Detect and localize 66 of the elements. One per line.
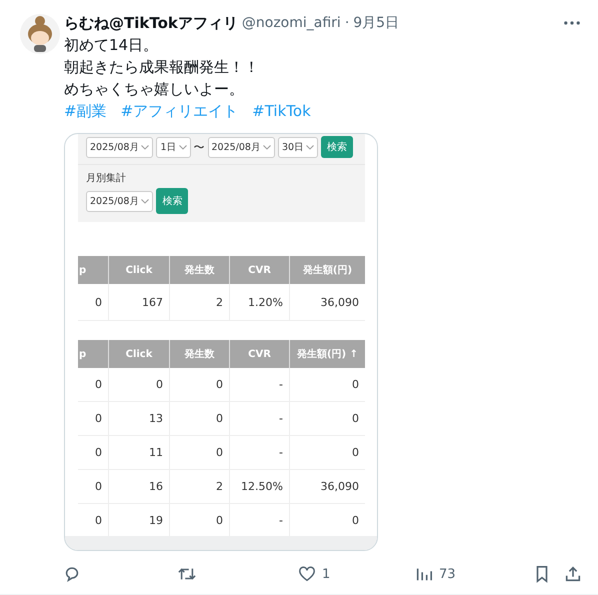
- table-cell: 0: [78, 284, 108, 320]
- table-cell: 0: [290, 368, 365, 402]
- table-cell: 2: [170, 470, 230, 504]
- table-cell: 0: [170, 402, 230, 436]
- table-cell: 0: [78, 368, 108, 402]
- post-text: めちゃくちゃ嬉しいよー。: [64, 79, 245, 100]
- table-cell: 0: [78, 436, 108, 470]
- column-header: Click: [108, 256, 170, 284]
- search-button[interactable]: 検索: [321, 136, 354, 158]
- separator: ·: [344, 15, 350, 31]
- table-cell: -: [230, 368, 290, 402]
- table-cell: 0: [170, 436, 230, 470]
- date-select[interactable]: 1日: [156, 136, 191, 158]
- column-header: 発生額(円): [290, 256, 365, 284]
- column-header: CVR: [230, 340, 290, 368]
- column-header: p: [78, 256, 108, 284]
- chevron-icon: [141, 144, 150, 150]
- share-icon: [564, 565, 582, 583]
- table-cell: 36,090: [290, 284, 365, 320]
- table-cell: 12.50%: [230, 470, 290, 504]
- share-button[interactable]: [564, 565, 582, 583]
- month-select[interactable]: 2025/08月: [86, 190, 154, 212]
- table-cell: 0: [108, 368, 170, 402]
- column-header: Click: [108, 340, 170, 368]
- search-button[interactable]: 検索: [156, 188, 188, 214]
- post-text: 朝起きたら成果報酬発生！！: [64, 57, 260, 78]
- date-select[interactable]: 30日: [278, 136, 318, 158]
- table-cell: 13: [108, 402, 170, 436]
- table-cell: 167: [108, 284, 170, 320]
- more-icon[interactable]: [564, 21, 580, 25]
- table-cell: 2: [170, 284, 230, 320]
- table-cell: 0: [78, 402, 108, 436]
- monthly-label: 月別集計: [86, 172, 127, 185]
- chevron-icon: [306, 144, 314, 150]
- table-cell: 36,090: [290, 470, 365, 504]
- range-separator: 〜: [194, 140, 205, 154]
- image-card[interactable]: 2025/08月 1日 〜 2025/08月 30日 検索 月別集計 2025/08月 検索 p Click 発生数 CVR 発生額(円) 0 167 2 1.20% 36,090 p Click 発生数 CVR 発生額(円) ↑ 0 0 0 - 0 0 13 0 - 0 0 11 0 - 0 0 16 2 12.50% 36,090 0 19 0 - 0: [64, 133, 378, 551]
- table-cell: -: [230, 402, 290, 436]
- chevron-icon: [178, 144, 187, 150]
- table-cell: 0: [290, 436, 365, 470]
- table-cell: 1.20%: [230, 284, 290, 320]
- date-select[interactable]: 2025/08月: [208, 136, 275, 158]
- views-button[interactable]: 73: [415, 565, 456, 583]
- column-header: 発生数: [170, 340, 230, 368]
- heart-icon: [298, 565, 316, 583]
- chevron-icon: [141, 198, 150, 204]
- post-text: 初めて14日。: [64, 35, 160, 56]
- like-button[interactable]: 1: [298, 565, 330, 583]
- author-handle[interactable]: @nozomi_afiri: [242, 15, 341, 31]
- table-cell: -: [230, 436, 290, 470]
- avatar-icon[interactable]: [20, 14, 60, 54]
- table-cell: 0: [78, 470, 108, 504]
- date-select[interactable]: 2025/08月: [86, 136, 154, 158]
- table-cell: 11: [108, 436, 170, 470]
- table-cell: 16: [108, 470, 170, 504]
- column-header: CVR: [230, 256, 290, 284]
- table-cell: 0: [290, 402, 365, 436]
- table-cell: 0: [170, 368, 230, 402]
- reply-button[interactable]: [63, 565, 81, 583]
- column-header: 発生数: [170, 256, 230, 284]
- column-header: p: [78, 340, 108, 368]
- column-header: 発生額(円) ↑: [290, 340, 365, 368]
- speech-bubble-icon: [63, 565, 81, 583]
- chevron-icon: [262, 144, 271, 150]
- post-date[interactable]: 9月5日: [353, 14, 400, 32]
- author-name[interactable]: らむね@TikTokアフィリ: [64, 14, 238, 32]
